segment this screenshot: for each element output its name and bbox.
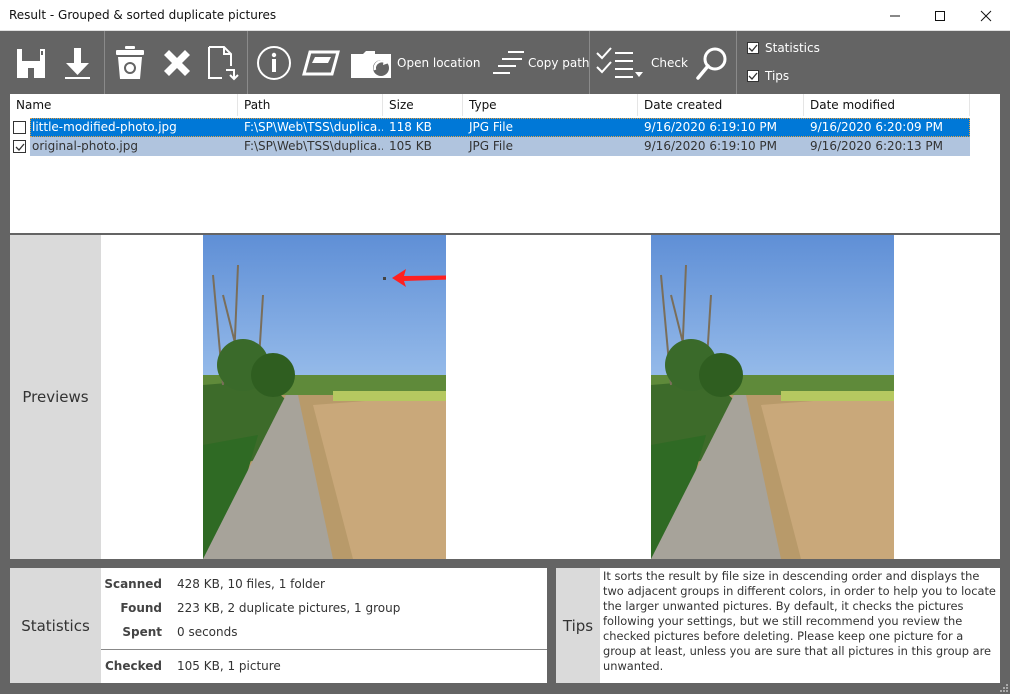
- cell-size: 118 KB: [389, 120, 432, 134]
- delete-button[interactable]: [160, 41, 194, 85]
- cell-type: JPG File: [469, 120, 513, 134]
- cell-path: F:\SP\Web\TSS\duplica...: [244, 139, 383, 153]
- cell-size: 105 KB: [389, 139, 432, 153]
- move-button[interactable]: [206, 41, 242, 85]
- stat-checked: Checked 105 KB, 1 picture: [101, 659, 281, 673]
- column-header-name[interactable]: Name: [10, 94, 238, 116]
- recycle-button[interactable]: [114, 41, 146, 85]
- stat-scanned: Scanned 428 KB, 10 files, 1 folder: [101, 577, 325, 591]
- toolbar-separator: [589, 31, 590, 94]
- save-icon: [17, 49, 45, 78]
- cell-date-created: 9/16/2020 6:19:10 PM: [644, 139, 778, 153]
- tips-text: It sorts the result by file size in desc…: [603, 569, 996, 673]
- result-window: Result - Grouped & sorted duplicate pict…: [0, 0, 1010, 694]
- cell-type: JPG File: [469, 139, 513, 153]
- stat-key: Found: [120, 601, 162, 615]
- stat-divider: [101, 649, 547, 650]
- list-header: Name Path Size Type Date created Date mo…: [10, 94, 970, 116]
- info-icon: [257, 46, 291, 80]
- checkmark-icon: [748, 44, 758, 52]
- save-button[interactable]: [14, 41, 50, 85]
- statistics-checkbox[interactable]: [747, 42, 759, 54]
- window-title: Result - Grouped & sorted duplicate pict…: [9, 8, 277, 22]
- toolbar-separator: [247, 31, 248, 94]
- tips-panel: Tips It sorts the result by file size in…: [556, 568, 1000, 683]
- stat-key: Spent: [122, 625, 162, 639]
- download-icon: [65, 48, 90, 79]
- cell-name: original-photo.jpg: [32, 139, 138, 153]
- table-row[interactable]: little-modified-photo.jpg F:\SP\Web\TSS\…: [30, 118, 970, 137]
- maximize-icon: [935, 10, 945, 21]
- toolbar-separator: [736, 31, 737, 94]
- open-folder-icon: [351, 51, 391, 78]
- cell-path: F:\SP\Web\TSS\duplica...: [244, 120, 383, 134]
- tips-label: Tips: [556, 568, 600, 683]
- stat-value: 223 KB, 2 duplicate pictures, 1 group: [177, 601, 401, 615]
- toolbar-separator: [104, 31, 105, 94]
- statistics-toggle-label: Statistics: [765, 41, 820, 55]
- red-arrow-annotation: [383, 269, 446, 287]
- minimize-icon: [890, 15, 900, 16]
- cell-date-created: 9/16/2020 6:19:10 PM: [644, 120, 778, 134]
- toolbar: Open location Copy path Check Statistics…: [0, 31, 1010, 94]
- open-location-label: Open location: [397, 56, 481, 70]
- statistics-toggle[interactable]: Statistics: [747, 41, 820, 55]
- open-location-button[interactable]: Open location: [349, 41, 480, 85]
- cell-date-modified: 9/16/2020 6:20:13 PM: [810, 139, 944, 153]
- tips-toggle[interactable]: Tips: [747, 69, 789, 83]
- copy-path-icon: [493, 51, 524, 74]
- file-list: Name Path Size Type Date created Date mo…: [10, 94, 1000, 233]
- row-checkbox[interactable]: [13, 140, 26, 153]
- stat-key: Checked: [105, 659, 162, 673]
- stat-value: 428 KB, 10 files, 1 folder: [177, 577, 325, 591]
- copy-path-label: Copy path: [528, 56, 590, 70]
- search-icon: [696, 47, 727, 80]
- checkmark-icon: [15, 143, 24, 151]
- previews-panel: Previews: [10, 233, 1000, 559]
- previews-label: Previews: [10, 235, 101, 559]
- preview-icon: [302, 50, 340, 76]
- minimize-button[interactable]: [872, 0, 918, 31]
- photo-landscape: [651, 235, 894, 559]
- info-button[interactable]: [256, 41, 292, 85]
- copy-path-button[interactable]: Copy path: [492, 41, 590, 85]
- column-header-date-modified[interactable]: Date modified: [804, 94, 970, 116]
- checklist-icon: [596, 47, 643, 78]
- search-button[interactable]: [694, 41, 730, 85]
- check-button[interactable]: Check: [595, 41, 688, 85]
- check-label: Check: [651, 56, 688, 70]
- column-header-size[interactable]: Size: [383, 94, 463, 116]
- tips-toggle-label: Tips: [765, 69, 790, 83]
- cell-date-modified: 9/16/2020 6:20:09 PM: [810, 120, 944, 134]
- preview-button[interactable]: [302, 41, 340, 85]
- column-header-date-created[interactable]: Date created: [638, 94, 804, 116]
- preview-image-1[interactable]: [203, 235, 446, 559]
- column-header-path[interactable]: Path: [238, 94, 383, 116]
- stat-key: Scanned: [104, 577, 162, 591]
- delete-x-icon: [164, 50, 190, 76]
- recycle-bin-icon: [116, 46, 144, 79]
- stat-value: 0 seconds: [177, 625, 238, 639]
- table-row[interactable]: original-photo.jpg F:\SP\Web\TSS\duplica…: [30, 137, 970, 156]
- move-file-icon: [208, 46, 239, 81]
- resize-grip-icon[interactable]: [1000, 684, 1008, 692]
- column-header-type[interactable]: Type: [463, 94, 638, 116]
- stat-found: Found 223 KB, 2 duplicate pictures, 1 gr…: [101, 601, 400, 615]
- preview-image-2[interactable]: [651, 235, 894, 559]
- maximize-button[interactable]: [917, 0, 963, 31]
- tips-checkbox[interactable]: [747, 70, 759, 82]
- stat-spent: Spent 0 seconds: [101, 625, 238, 639]
- checkmark-icon: [748, 72, 758, 80]
- cell-name: little-modified-photo.jpg: [32, 120, 177, 134]
- close-icon: [980, 10, 992, 21]
- download-button[interactable]: [62, 41, 94, 85]
- stat-value: 105 KB, 1 picture: [177, 659, 281, 673]
- row-checkbox[interactable]: [13, 121, 26, 134]
- close-button[interactable]: [963, 0, 1009, 31]
- title-bar: Result - Grouped & sorted duplicate pict…: [0, 0, 1010, 31]
- statistics-panel: Statistics Scanned 428 KB, 10 files, 1 f…: [10, 568, 547, 683]
- statistics-label: Statistics: [10, 568, 101, 683]
